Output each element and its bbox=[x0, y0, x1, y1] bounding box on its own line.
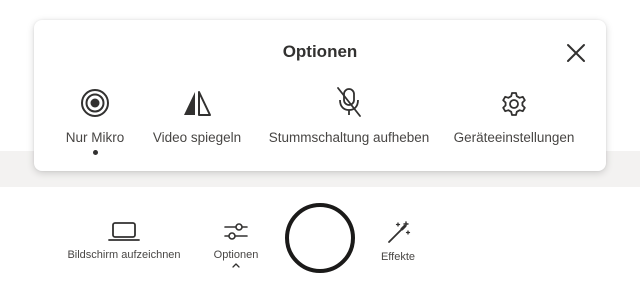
options-label: Optionen bbox=[213, 249, 259, 261]
option-label: Nur Mikro bbox=[65, 130, 125, 145]
option-label: Geräteeinstellungen bbox=[453, 130, 575, 145]
selected-indicator bbox=[92, 150, 98, 155]
options-panel: Optionen Nur Mikro Video spiegeln Stumms… bbox=[34, 20, 606, 171]
option-label: Video spiegeln bbox=[152, 130, 242, 145]
mic-off-icon bbox=[337, 87, 361, 117]
panel-title: Optionen bbox=[282, 42, 358, 61]
option-device-settings[interactable]: Geräteeinstellungen bbox=[452, 86, 576, 158]
mirror-icon bbox=[184, 91, 211, 116]
option-mirror-video[interactable]: Video spiegeln bbox=[152, 86, 242, 158]
effects-label: Effekte bbox=[380, 251, 416, 263]
chevron-up-icon bbox=[232, 263, 240, 268]
screen-record-button[interactable]: Bildschirm aufzeichnen bbox=[60, 221, 188, 261]
gear-icon bbox=[502, 92, 526, 116]
option-mic-only[interactable]: Nur Mikro bbox=[64, 86, 126, 158]
screen-record-label: Bildschirm aufzeichnen bbox=[67, 249, 181, 261]
option-unmute[interactable]: Stummschaltung aufheben bbox=[266, 86, 432, 158]
shutter-button[interactable] bbox=[285, 203, 355, 273]
magic-wand-icon bbox=[388, 221, 411, 243]
close-button[interactable] bbox=[562, 39, 590, 67]
close-icon bbox=[567, 44, 585, 62]
effects-button[interactable]: Effekte bbox=[374, 221, 422, 263]
option-label: Stummschaltung aufheben bbox=[268, 130, 430, 145]
options-button[interactable]: Optionen bbox=[208, 221, 264, 268]
sliders-icon bbox=[224, 223, 248, 240]
laptop-icon bbox=[108, 222, 140, 241]
microphone-only-icon bbox=[81, 89, 109, 117]
